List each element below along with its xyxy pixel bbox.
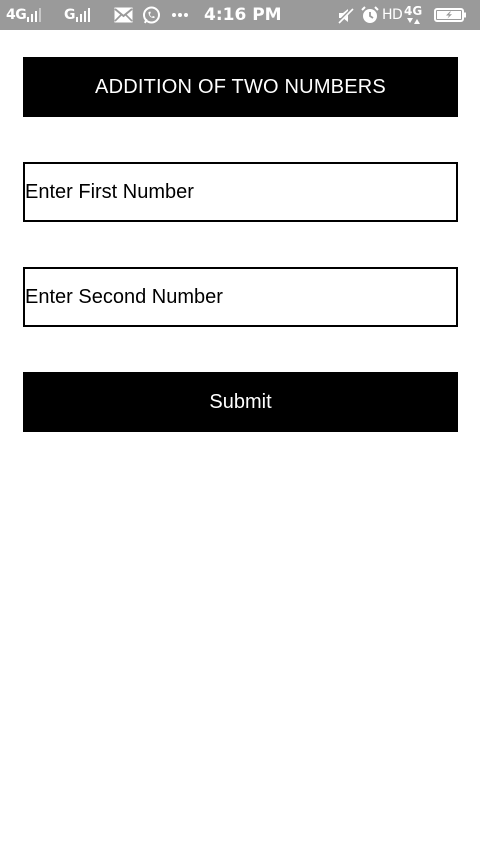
first-number-field[interactable]	[23, 162, 458, 222]
data-arrows-icon	[407, 17, 421, 24]
page-title: ADDITION OF TWO NUMBERS	[23, 57, 458, 117]
sim2-signal: G	[64, 0, 92, 30]
sim2-network-label: G	[64, 7, 76, 23]
data-network-indicator: 4G	[404, 0, 422, 30]
whatsapp-icon	[142, 0, 161, 30]
sim1-signal: 4G	[6, 0, 43, 30]
sim1-network-label: 4G	[6, 7, 27, 23]
hd-label: HD	[382, 7, 403, 23]
status-time: 4:16 PM	[204, 5, 282, 25]
first-number-input[interactable]	[25, 164, 456, 220]
more-dots-icon	[171, 0, 189, 30]
data-network-label: 4G	[404, 3, 423, 18]
submit-button[interactable]: Submit	[23, 372, 458, 432]
status-bar: 4G G 4:16 PM HD 4G	[0, 0, 480, 30]
battery-charging-icon	[434, 0, 467, 30]
signal-bars-icon	[76, 8, 92, 22]
alarm-icon	[361, 0, 379, 30]
mail-icon	[114, 0, 133, 30]
second-number-input[interactable]	[25, 269, 456, 325]
signal-bars-icon	[27, 8, 43, 22]
muted-icon	[337, 0, 354, 30]
second-number-field[interactable]	[23, 267, 458, 327]
